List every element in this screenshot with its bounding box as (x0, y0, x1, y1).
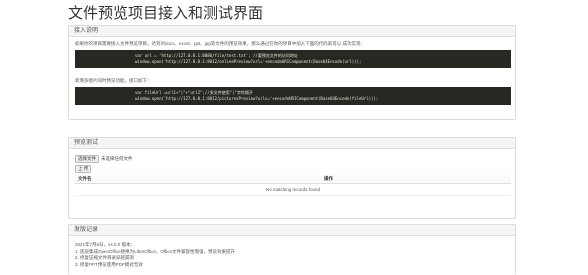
code-line: window.open('http://127.0.0.1:8012/onlin… (135, 59, 362, 64)
column-header-filename: 文件名 (75, 175, 321, 184)
changelog-panel-heading: 发版记录 (69, 225, 515, 236)
test-panel-heading: 预览测试 (69, 138, 515, 149)
page-title: 文件预览项目接入和测试界面 (68, 4, 264, 22)
changelog-item: 3. 修复PPT预览使用PDF模式无效 (75, 261, 143, 267)
file-table: 文件名 操作 No matching records found (75, 175, 511, 196)
code-block-multi: var fileUrl =url1+"|"+"url2";//多文件使用"|"字… (75, 87, 511, 105)
multi-preview-note: 新增多图片同时预览功能，接口如下： (75, 78, 152, 83)
file-chooser: 选择文件 未选择任何文件 (75, 155, 509, 163)
empty-records-text: No matching records found (75, 183, 511, 196)
table-header-row: 文件名 操作 (75, 175, 511, 184)
column-header-action: 操作 (321, 175, 511, 184)
test-panel: 预览测试 选择文件 未选择任何文件 上 传 文件名 操作 No matching… (68, 137, 516, 219)
access-panel-heading: 接入说明 (69, 26, 515, 37)
no-file-label: 未选择任何文件 (101, 156, 133, 161)
access-panel: 接入说明 如果你的项目需要接入文件预览项目，达到对docx、excel、ppt、… (68, 25, 516, 120)
access-intro: 如果你的项目需要接入文件预览项目，达到对docx、excel、ppt、jpg等文… (75, 41, 366, 46)
table-empty-row: No matching records found (75, 183, 511, 196)
upload-button[interactable]: 上 传 (75, 165, 92, 173)
code-block-single: var url = 'http://127.0.0.1:8080/file/te… (75, 50, 511, 68)
changelog-panel: 发版记录 2021年7月6日，v4.0.0 版本： 1. 底层集成OpenOff… (68, 224, 516, 275)
code-line: window.open('http://127.0.0.1:8012/pictu… (135, 96, 379, 101)
choose-file-button[interactable]: 选择文件 (75, 155, 99, 163)
